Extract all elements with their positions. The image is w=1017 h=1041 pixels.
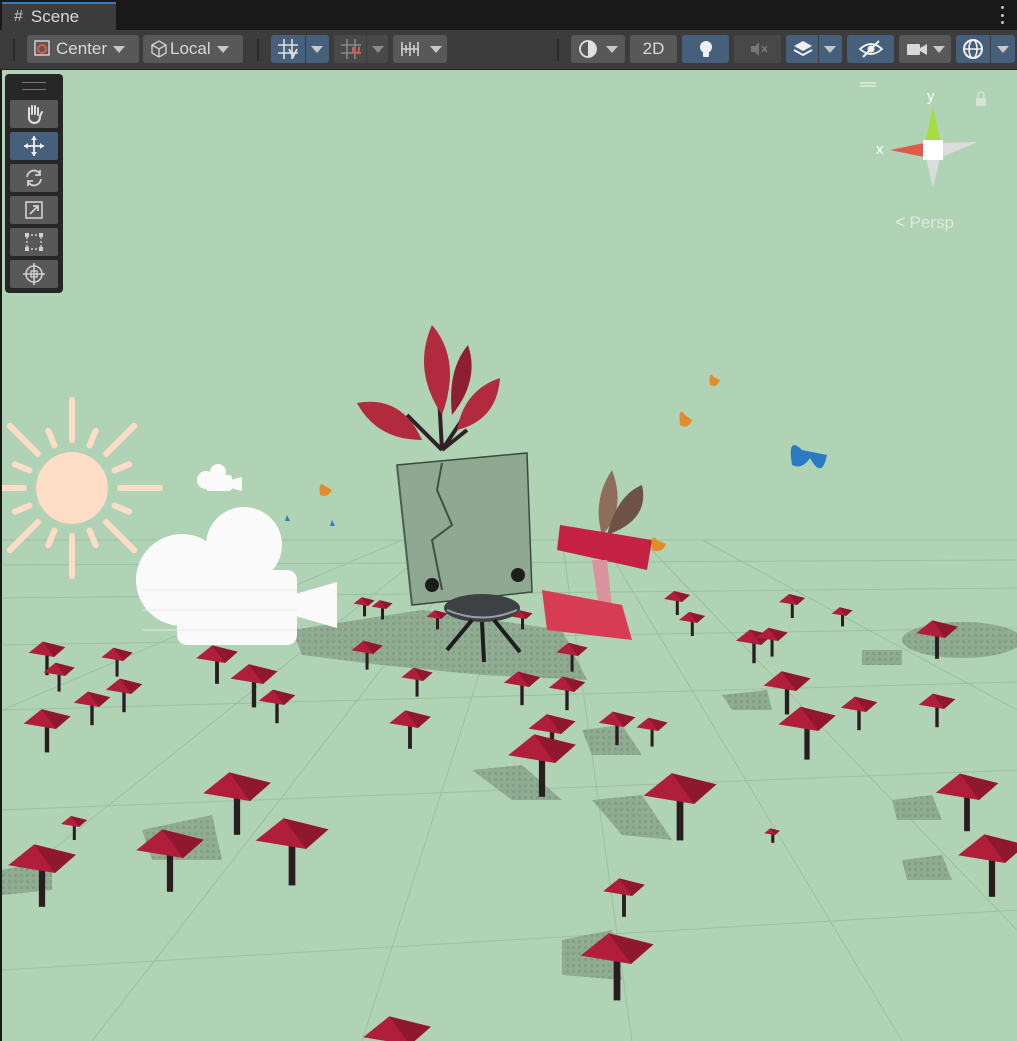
hash-icon: # (14, 8, 23, 25)
scene-toolbar: Center Local 2D (0, 30, 1017, 70)
move-arrows-icon (24, 136, 44, 156)
tab-scene[interactable]: # Scene (2, 2, 116, 30)
transform-icon (23, 263, 45, 285)
toolbar-separator (13, 39, 15, 61)
rotate-tool-button[interactable] (10, 164, 58, 192)
directional-light-gizmo (2, 397, 163, 579)
grid-icon (278, 39, 298, 60)
draw-mode-dropdown[interactable] (571, 35, 625, 63)
ruler-icon (401, 42, 419, 56)
chevron-left-icon: < (895, 212, 906, 232)
tool-palette (5, 74, 63, 293)
toolbar-separator (257, 39, 259, 61)
eye-slash-icon (858, 40, 883, 58)
toolbar-separator (557, 39, 559, 61)
projection-label: Persp (909, 212, 954, 232)
chevron-down-icon (824, 45, 836, 53)
tab-title: Scene (30, 7, 80, 26)
scale-tool-button[interactable] (10, 196, 58, 224)
hand-icon (27, 105, 43, 125)
more-options-icon[interactable] (999, 6, 1005, 24)
2d-mode-button[interactable]: 2D (630, 35, 677, 63)
pivot-center-icon (34, 40, 50, 56)
move-tool-button[interactable] (10, 132, 58, 160)
gizmo-globe-icon (963, 39, 983, 59)
gizmo-y-label: y (927, 88, 935, 105)
transform-tool-button[interactable] (10, 260, 58, 288)
hidden-objects-toggle[interactable] (847, 35, 894, 63)
local-cube-icon (151, 40, 167, 58)
chevron-down-icon (311, 45, 323, 53)
chevron-down-icon (606, 45, 618, 53)
chevron-down-icon (113, 45, 126, 53)
rotate-icon (26, 169, 42, 187)
drag-handle[interactable] (22, 82, 46, 90)
increment-snap-button[interactable] (393, 35, 447, 63)
lightbulb-icon (699, 41, 712, 57)
grid-visibility-button[interactable] (271, 35, 329, 63)
grid-snap-icon (341, 39, 361, 59)
lighting-toggle[interactable] (682, 35, 729, 63)
shading-sphere-icon (579, 40, 597, 58)
plant-pot (542, 470, 652, 640)
camera-settings-dropdown[interactable] (899, 35, 951, 63)
chevron-down-icon (997, 45, 1009, 53)
small-camera-gizmo (197, 464, 242, 491)
pivot-mode-dropdown[interactable]: Center (27, 35, 139, 63)
ground-shadows (2, 610, 1017, 980)
pivot-rotation-dropdown[interactable]: Local (143, 35, 243, 63)
chevron-down-icon (430, 45, 442, 53)
grid-snap-button[interactable] (334, 35, 388, 63)
effects-dropdown[interactable] (786, 35, 842, 63)
gizmo-x-label: x (876, 141, 884, 158)
rect-tool-button[interactable] (10, 228, 58, 256)
camera-icon (907, 44, 927, 55)
tab-bar: # Scene (0, 0, 1017, 31)
scale-icon (25, 201, 43, 219)
butterflies (285, 374, 827, 552)
speaker-mute-icon (750, 42, 768, 56)
chevron-down-icon (372, 45, 384, 53)
rect-transform-icon (25, 233, 43, 251)
gizmos-dropdown[interactable] (956, 35, 1015, 63)
2d-mode-label: 2D (642, 39, 665, 58)
projection-toggle[interactable]: < Persp (895, 212, 954, 233)
chevron-down-icon (216, 45, 229, 53)
axis-gizmo-icon: x y (854, 82, 986, 188)
pivot-mode-label: Center (56, 39, 108, 58)
audio-toggle[interactable] (734, 35, 781, 63)
chevron-down-icon (933, 45, 945, 53)
scene-window: # Scene Center Local 2D x y < Persp (0, 0, 1017, 1041)
view-tool-button[interactable] (10, 100, 58, 128)
pivot-rotation-label: Local (170, 39, 211, 58)
layers-effects-icon (793, 41, 813, 57)
camera-gizmo (136, 507, 337, 645)
